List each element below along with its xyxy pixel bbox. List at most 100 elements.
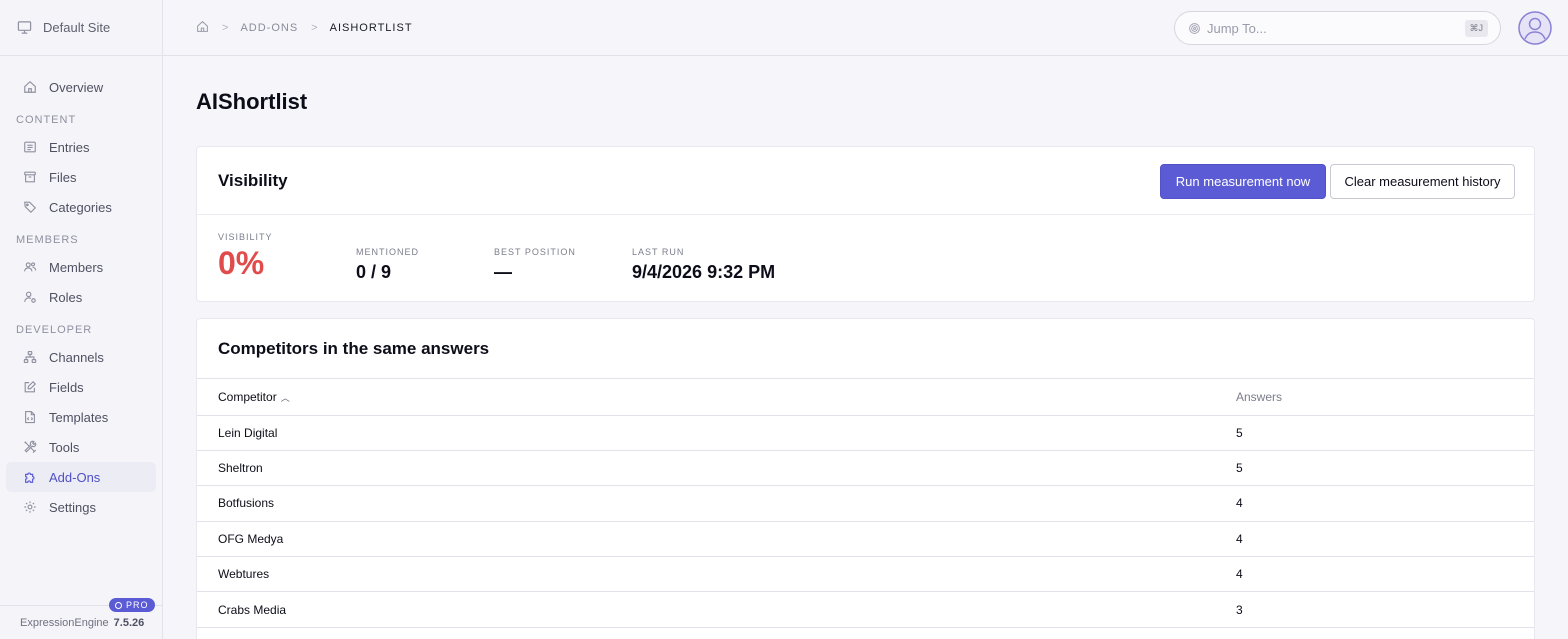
sidebar-item-templates[interactable]: Templates xyxy=(6,402,156,432)
stat-visibility: VISIBILITY 0% xyxy=(218,232,273,282)
target-icon xyxy=(1189,22,1200,34)
user-avatar-icon xyxy=(1518,11,1552,45)
home-icon xyxy=(24,80,36,93)
table-header-row: Competitor ︿ Answers xyxy=(197,379,1534,416)
table-row: OFG Medya 4 xyxy=(197,521,1534,558)
avatar[interactable] xyxy=(1518,11,1552,45)
table-row: Lein Digital 5 xyxy=(197,415,1534,451)
entries-icon xyxy=(24,141,36,153)
competitor-name: Webtures xyxy=(197,556,1236,593)
table-row: Webtures 4 xyxy=(197,556,1534,593)
users-icon xyxy=(24,262,37,272)
sidebar: Default Site Overview CONTENT Entries Fi… xyxy=(0,0,163,639)
competitors-header: Competitors in the same answers xyxy=(197,319,1534,379)
nav-heading-members: MEMBERS xyxy=(16,234,79,246)
sitemap-icon xyxy=(23,351,37,363)
competitors-title: Competitors in the same answers xyxy=(218,338,490,358)
stat-label: MENTIONED xyxy=(356,247,419,257)
visibility-title: Visibility xyxy=(218,170,288,190)
sidebar-item-label: Files xyxy=(49,169,77,185)
competitor-name: OFG Medya xyxy=(197,521,1236,558)
jump-to-input[interactable]: Jump To... ⌘J xyxy=(1174,11,1501,45)
table-row: Crabs Media 3 xyxy=(197,591,1534,628)
sidebar-footer: PRO ExpressionEngine 7.5.26 xyxy=(0,598,162,639)
competitor-name: Lein Digital xyxy=(197,415,1236,451)
site-name: Default Site xyxy=(43,20,111,35)
stat-label: LAST RUN xyxy=(632,247,685,257)
table-row: Sheltron 5 xyxy=(197,450,1534,487)
sidebar-item-roles[interactable]: Roles xyxy=(6,282,156,312)
column-competitor[interactable]: Competitor ︿ xyxy=(197,379,1236,416)
stat-label: BEST POSITION xyxy=(494,247,576,257)
sidebar-item-entries[interactable]: Entries xyxy=(6,132,156,162)
sidebar-item-files[interactable]: Files xyxy=(6,162,156,192)
sidebar-item-label: Roles xyxy=(49,289,83,305)
main-nav: Overview CONTENT Entries Files Categorie… xyxy=(0,56,162,522)
jump-to-placeholder: Jump To... xyxy=(1207,20,1267,36)
stat-value: — xyxy=(494,262,512,282)
competitor-name: Botfusions xyxy=(197,485,1236,522)
stat-value: 0 / 9 xyxy=(356,262,392,282)
sidebar-item-label: Fields xyxy=(49,379,84,395)
sidebar-item-categories[interactable]: Categories xyxy=(6,192,156,222)
nav-heading-developer: DEVELOPER xyxy=(16,324,93,336)
answers-count: 4 xyxy=(1236,485,1534,522)
competitor-name: Crabs Media xyxy=(197,591,1236,628)
product-name: ExpressionEngine xyxy=(20,616,109,629)
answers-count: 3 xyxy=(1236,591,1534,628)
puzzle-icon xyxy=(25,472,35,483)
sidebar-item-channels[interactable]: Channels xyxy=(6,342,156,372)
sidebar-item-members[interactable]: Members xyxy=(6,252,156,282)
stat-best-position: BEST POSITION — xyxy=(494,247,576,283)
stat-mentioned: MENTIONED 0 / 9 xyxy=(356,247,419,283)
breadcrumb-addons[interactable]: ADD-ONS xyxy=(240,22,298,34)
sidebar-item-overview[interactable]: Overview xyxy=(6,72,156,102)
table-row: Botfusions 4 xyxy=(197,485,1534,522)
sidebar-item-label: Templates xyxy=(49,409,109,425)
column-answers[interactable]: Answers xyxy=(1236,379,1534,416)
pro-circle-icon xyxy=(115,601,122,609)
sidebar-item-addons[interactable]: Add-Ons xyxy=(6,462,156,492)
stat-value: 0% xyxy=(218,245,265,281)
sort-asc-icon: ︿ xyxy=(280,392,290,403)
answers-count: 4 xyxy=(1236,521,1534,558)
nav-heading-content: CONTENT xyxy=(16,114,77,126)
breadcrumb-home[interactable] xyxy=(196,20,209,36)
sidebar-item-fields[interactable]: Fields xyxy=(6,372,156,402)
user-role-icon xyxy=(24,291,36,303)
sidebar-item-tools[interactable]: Tools xyxy=(6,432,156,462)
pro-badge: PRO xyxy=(109,598,155,612)
answers-count: 5 xyxy=(1236,415,1534,451)
site-switcher[interactable]: Default Site xyxy=(0,0,162,56)
visibility-card: Visibility Run measurement now Clear mea… xyxy=(196,146,1535,302)
answers-count: 4 xyxy=(1236,556,1534,593)
sidebar-item-label: Members xyxy=(49,259,104,275)
stat-label: VISIBILITY xyxy=(218,232,273,242)
sidebar-item-label: Tools xyxy=(49,439,80,455)
breadcrumb: > ADD-ONS > AISHORTLIST xyxy=(163,20,413,36)
sidebar-item-label: Channels xyxy=(49,349,104,365)
sidebar-item-label: Entries xyxy=(49,139,90,155)
run-measurement-button[interactable]: Run measurement now xyxy=(1160,164,1326,199)
tools-icon xyxy=(24,440,37,454)
competitors-table: Competitor ︿ Answers Lein Digital 5 Sheltr… xyxy=(197,379,1534,628)
archive-icon xyxy=(24,171,36,183)
visibility-header: Visibility Run measurement now Clear mea… xyxy=(197,147,1534,215)
sidebar-item-label: Overview xyxy=(49,79,104,95)
sidebar-item-settings[interactable]: Settings xyxy=(6,492,156,522)
stat-value: 9/4/2026 9:32 PM xyxy=(632,262,776,282)
gear-icon xyxy=(24,501,36,513)
pro-badge-label: PRO xyxy=(126,600,149,610)
page-title: AIShortlist xyxy=(196,89,308,114)
sidebar-item-label: Categories xyxy=(49,199,112,215)
breadcrumb-separator: > xyxy=(222,21,230,34)
jump-shortcut: ⌘J xyxy=(1464,20,1488,37)
column-label: Competitor xyxy=(218,389,277,404)
home-icon xyxy=(197,20,208,32)
tag-icon xyxy=(24,201,37,214)
breadcrumb-separator: > xyxy=(311,21,319,34)
competitors-card: Competitors in the same answers Competit… xyxy=(196,318,1535,639)
top-bar: > ADD-ONS > AISHORTLIST Jump To... ⌘J xyxy=(163,0,1568,56)
clear-history-button[interactable]: Clear measurement history xyxy=(1330,164,1515,199)
sidebar-item-label: Add-Ons xyxy=(49,469,101,485)
